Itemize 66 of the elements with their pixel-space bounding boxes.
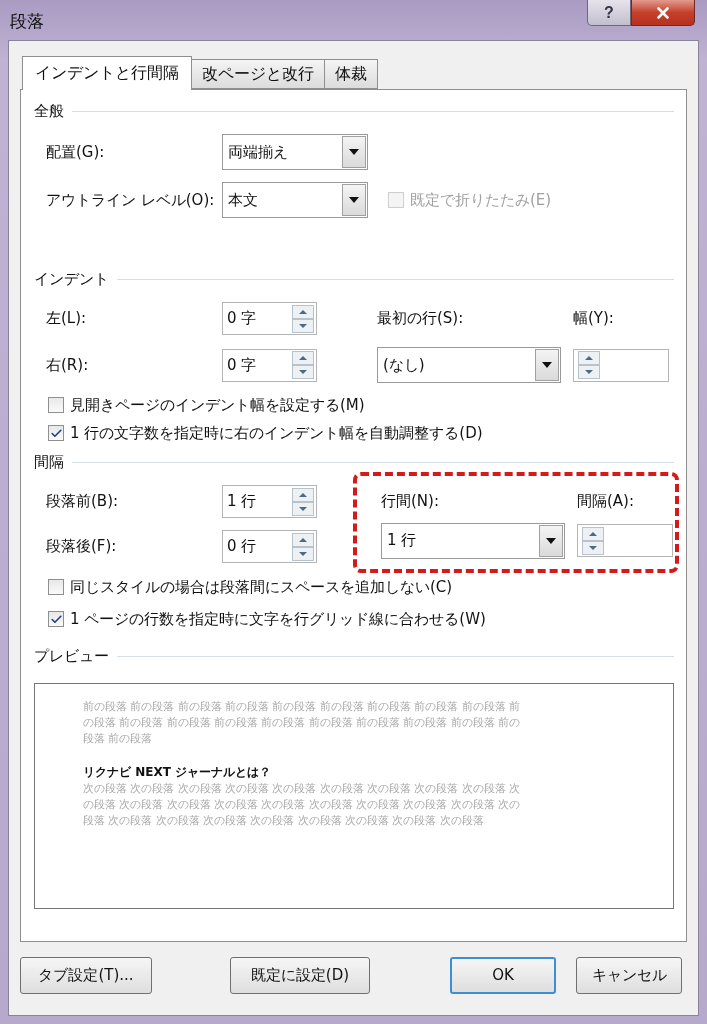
preview-text: 前の段落 前の段落 前の段落 前の段落 前の段落 前の段落 前の段落 前の段落 前の段落 前: [83, 699, 522, 714]
preview-text: 段落 次の段落 次の段落 次の段落 次の段落 次の段落 次の段落 次の段落 次の段落: [83, 813, 485, 828]
spin-field[interactable]: [577, 524, 673, 557]
close-button[interactable]: [631, 0, 695, 26]
spin-arrows-icon[interactable]: [292, 304, 314, 333]
caret-icon: [349, 197, 359, 203]
tab[interactable]: インデントと行間隔: [22, 56, 192, 90]
dropdown-button[interactable]: [342, 184, 366, 216]
spin-arrows-icon[interactable]: [292, 351, 314, 379]
field-label: 左(L):: [46, 309, 88, 328]
spin-arrows-icon[interactable]: [292, 532, 314, 561]
tab[interactable]: 改ページと改行: [191, 59, 325, 89]
dialog-button[interactable]: OK: [450, 956, 556, 994]
check-icon: [49, 426, 63, 440]
spin-field[interactable]: 0 字: [222, 348, 317, 382]
caret-icon: [349, 149, 359, 155]
section-heading: インデント: [34, 269, 109, 289]
field-label: 右(R):: [46, 355, 90, 375]
section-heading: 間隔: [34, 452, 64, 472]
dialog-button[interactable]: タブ設定(T)...: [20, 956, 152, 994]
section-heading: プレビュー: [34, 646, 109, 666]
spin-field[interactable]: [573, 348, 669, 382]
dropdown[interactable]: 両端揃え: [222, 134, 368, 170]
spin-arrows-icon[interactable]: [292, 487, 314, 516]
checkbox[interactable]: [48, 611, 64, 627]
preview-text: 段落 前の段落: [83, 731, 154, 746]
checkbox-label: 1 行の文字数を指定時に右のインデント幅を自動調整する(D): [70, 423, 483, 443]
spin-field[interactable]: 0 行: [222, 530, 317, 563]
checkbox[interactable]: [48, 425, 64, 441]
field-label: 最初の行(S):: [377, 309, 465, 328]
preview-text: の段落 前の段落 前の段落 前の段落 前の段落 前の段落 前の段落 前の段落 前の段落 前の: [83, 715, 522, 730]
preview-text: の段落 次の段落 次の段落 次の段落 次の段落 次の段落 次の段落 次の段落 次の段落 次の: [83, 797, 522, 812]
dropdown[interactable]: (なし): [377, 347, 561, 383]
preview-text: リクナビ NEXT ジャーナルとは？: [83, 764, 273, 780]
field-label: 幅(Y):: [573, 309, 615, 328]
section-heading: 全般: [34, 101, 64, 121]
checkbox-label: 見開きページのインデント幅を設定する(M): [70, 395, 365, 415]
dropdown-button[interactable]: [539, 524, 563, 557]
field-label: 行間(N):: [381, 491, 440, 511]
field-label: 配置(G):: [46, 142, 106, 162]
spin-field[interactable]: 1 行: [222, 485, 317, 518]
checkbox-label: 1 ページの行数を指定時に文字を行グリッド線に合わせる(W): [70, 609, 486, 629]
dropdown[interactable]: 1 行: [381, 522, 565, 559]
field-label: 間隔(A):: [577, 491, 636, 511]
field-label: 段落後(F):: [46, 537, 118, 556]
checkbox[interactable]: [48, 397, 64, 413]
checkbox-label: 同じスタイルの場合は段落間にスペースを追加しない(C): [70, 577, 453, 597]
window-title: 段落: [10, 10, 44, 33]
caret-icon: [546, 537, 556, 544]
help-button[interactable]: ?: [587, 0, 631, 26]
dialog-button[interactable]: キャンセル: [576, 956, 682, 994]
caret-icon: [542, 362, 552, 368]
preview-text: 次の段落 次の段落 次の段落 次の段落 次の段落 次の段落 次の段落 次の段落 次の段落 次: [83, 781, 522, 796]
dropdown-button[interactable]: [535, 349, 559, 381]
field-label: 段落前(B):: [46, 492, 120, 511]
dropdown[interactable]: 本文: [222, 182, 368, 218]
check-icon: [49, 612, 63, 626]
spin-field[interactable]: 0 字: [222, 302, 317, 335]
checkbox-label: 既定で折りたたみ(E): [410, 190, 552, 210]
checkbox[interactable]: [48, 579, 64, 595]
tab[interactable]: 体裁: [324, 59, 378, 89]
spin-arrows-icon[interactable]: [582, 526, 604, 555]
dropdown-button[interactable]: [342, 136, 366, 168]
dialog-button[interactable]: 既定に設定(D): [230, 956, 370, 994]
field-label: アウトライン レベル(O):: [46, 190, 216, 210]
spin-arrows-icon[interactable]: [578, 351, 600, 379]
